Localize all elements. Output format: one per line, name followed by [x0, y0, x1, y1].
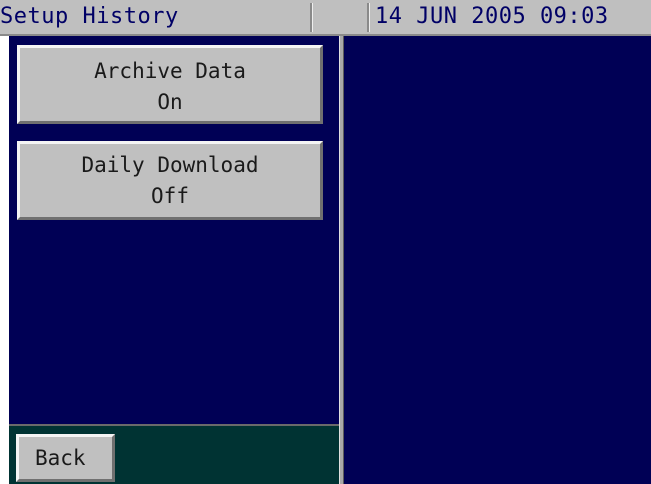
archive-data-value: On	[157, 90, 183, 114]
datetime-display: 14 JUN 2005 09:03	[375, 4, 609, 29]
daily-download-button[interactable]: Daily Download Off	[17, 141, 323, 220]
title-divider	[310, 3, 312, 32]
right-panel	[344, 36, 651, 484]
daily-download-value: Off	[151, 184, 189, 208]
screen-title: Setup History	[0, 4, 179, 29]
archive-data-button[interactable]: Archive Data On	[17, 45, 323, 124]
title-bar: Setup History 14 JUN 2005 09:03	[0, 0, 651, 36]
archive-data-label: Archive Data	[94, 59, 246, 83]
back-label: Back	[35, 446, 86, 470]
daily-download-label: Daily Download	[81, 153, 259, 177]
title-divider	[367, 3, 369, 32]
back-button[interactable]: Back	[16, 434, 115, 482]
history-setup-screen: Setup History 14 JUN 2005 09:03 Archive …	[0, 0, 651, 484]
